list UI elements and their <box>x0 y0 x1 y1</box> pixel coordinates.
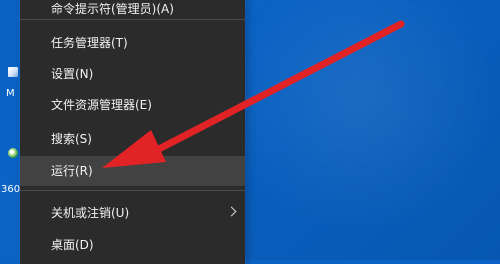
desktop-shortcut-label: 360 <box>1 184 21 195</box>
desktop-shortcut-label: M <box>6 88 15 99</box>
menu-separator <box>20 19 245 20</box>
menu-item-file-explorer[interactable]: 文件资源管理器(E) <box>20 90 245 120</box>
menu-item-label: 文件资源管理器(E) <box>51 98 152 112</box>
menu-item-label: 关机或注销(U) <box>51 206 130 220</box>
menu-item-label: 桌面(D) <box>51 238 94 252</box>
menu-item-label: 运行(R) <box>51 164 93 178</box>
menu-item-label: 命令提示符(管理员)(A) <box>51 2 174 16</box>
menu-item-label: 设置(N) <box>51 67 94 81</box>
menu-item-settings[interactable]: 设置(N) <box>20 59 245 89</box>
menu-item-shutdown-signout[interactable]: 关机或注销(U) <box>20 198 245 228</box>
menu-item-search[interactable]: 搜索(S) <box>20 124 245 154</box>
360-shortcut-icon <box>8 148 18 158</box>
menu-item-label: 搜索(S) <box>51 132 92 146</box>
menu-item-run[interactable]: 运行(R) <box>20 156 245 186</box>
menu-item-task-manager[interactable]: 任务管理器(T) <box>20 28 245 58</box>
menu-item-desktop[interactable]: 桌面(D) <box>20 230 245 260</box>
desktop-shortcut-icon <box>8 67 18 77</box>
context-menu: 命令提示符(管理员)(A) 任务管理器(T) 设置(N) 文件资源管理器(E) … <box>20 0 245 264</box>
desktop-left-strip <box>0 0 20 260</box>
menu-separator <box>20 190 245 191</box>
menu-item-command-prompt-admin[interactable]: 命令提示符(管理员)(A) <box>20 0 245 28</box>
chevron-right-icon <box>226 206 237 217</box>
menu-item-label: 任务管理器(T) <box>51 36 128 50</box>
